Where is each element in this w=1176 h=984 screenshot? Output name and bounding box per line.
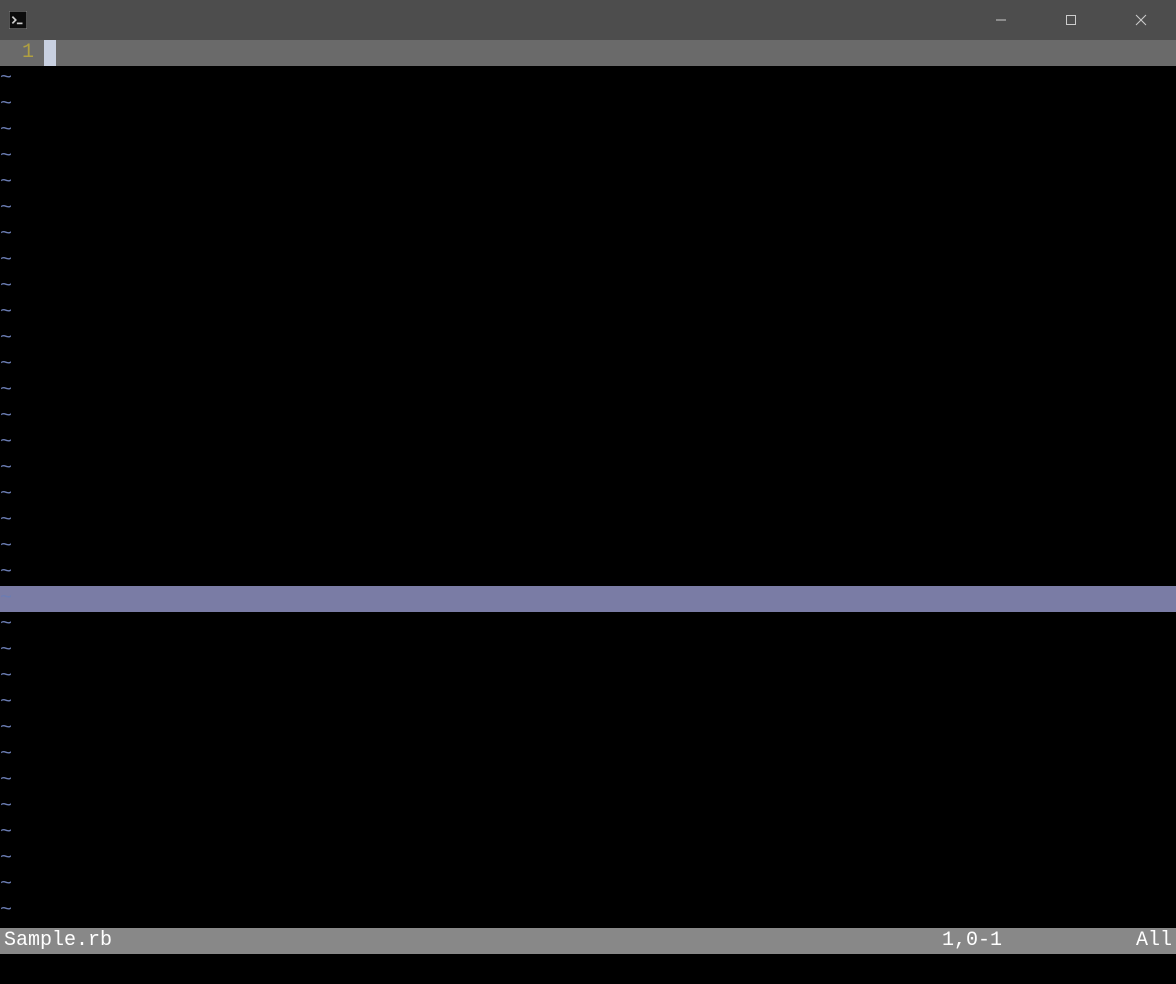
tilde-marker: ~ [0, 873, 12, 896]
terminal-icon [8, 10, 28, 30]
tilde-marker: ~ [0, 197, 12, 220]
tilde-marker: ~ [0, 587, 12, 610]
empty-line-tilde: ~ [0, 716, 1176, 742]
empty-line-tilde: ~ [0, 430, 1176, 456]
tilde-marker: ~ [0, 743, 12, 766]
tilde-marker: ~ [0, 353, 12, 376]
tilde-marker: ~ [0, 93, 12, 116]
vim-status-bar: Sample.rb 1,0-1 All [0, 928, 1176, 954]
editor-area[interactable]: 1 ~ ~ ~ ~ ~ ~ ~ ~ ~ ~ ~ ~ ~ ~ ~ ~ ~ ~ ~ ~ ~ ~ ~ ~ ~ ~ ~ ~ ~ ~ ~ ~ ~ [0, 40, 1176, 928]
tilde-marker: ~ [0, 795, 12, 818]
empty-line-tilde: ~ [0, 326, 1176, 352]
tilde-marker: ~ [0, 613, 12, 636]
empty-lines-area: ~ ~ ~ ~ ~ ~ ~ ~ ~ ~ ~ ~ ~ ~ ~ ~ ~ ~ ~ ~ ~ ~ ~ ~ ~ ~ ~ ~ ~ ~ ~ ~ ~ [0, 66, 1176, 924]
cursor [44, 40, 56, 66]
empty-line-tilde: ~ [0, 378, 1176, 404]
empty-line-tilde: ~ [0, 664, 1176, 690]
empty-line-tilde: ~ [0, 404, 1176, 430]
command-line-area[interactable] [0, 954, 1176, 984]
window-titlebar [0, 0, 1176, 40]
maximize-button[interactable] [1036, 0, 1106, 40]
empty-line-tilde: ~ [0, 820, 1176, 846]
empty-line-tilde: ~ [0, 456, 1176, 482]
tilde-marker: ~ [0, 639, 12, 662]
status-position: 1,0-1 [942, 928, 1122, 954]
empty-line-tilde: ~ [0, 586, 1176, 612]
empty-line-tilde: ~ [0, 794, 1176, 820]
empty-line-tilde: ~ [0, 768, 1176, 794]
tilde-marker: ~ [0, 769, 12, 792]
editor-content[interactable]: 1 ~ ~ ~ ~ ~ ~ ~ ~ ~ ~ ~ ~ ~ ~ ~ ~ ~ ~ ~ ~ ~ ~ ~ ~ ~ ~ ~ ~ ~ ~ ~ ~ ~ [0, 40, 1176, 928]
titlebar-left [0, 10, 28, 30]
tilde-marker: ~ [0, 561, 12, 584]
empty-line-tilde: ~ [0, 196, 1176, 222]
tilde-marker: ~ [0, 379, 12, 402]
empty-line-tilde: ~ [0, 118, 1176, 144]
tilde-marker: ~ [0, 483, 12, 506]
tilde-marker: ~ [0, 665, 12, 688]
tilde-marker: ~ [0, 223, 12, 246]
empty-line-tilde: ~ [0, 274, 1176, 300]
empty-line-tilde: ~ [0, 508, 1176, 534]
status-scroll: All [1122, 928, 1172, 954]
empty-line-tilde: ~ [0, 872, 1176, 898]
empty-line-tilde: ~ [0, 482, 1176, 508]
tilde-marker: ~ [0, 145, 12, 168]
empty-line-tilde: ~ [0, 560, 1176, 586]
tilde-marker: ~ [0, 509, 12, 532]
empty-line-tilde: ~ [0, 638, 1176, 664]
empty-line-tilde: ~ [0, 742, 1176, 768]
empty-line-tilde: ~ [0, 300, 1176, 326]
empty-line-tilde: ~ [0, 66, 1176, 92]
empty-line-tilde: ~ [0, 170, 1176, 196]
empty-line-tilde: ~ [0, 846, 1176, 872]
tilde-marker: ~ [0, 327, 12, 350]
tilde-marker: ~ [0, 535, 12, 558]
empty-line-tilde: ~ [0, 612, 1176, 638]
tilde-marker: ~ [0, 691, 12, 714]
tilde-marker: ~ [0, 171, 12, 194]
line-number: 1 [0, 40, 44, 66]
close-button[interactable] [1106, 0, 1176, 40]
tilde-marker: ~ [0, 301, 12, 324]
status-filename: Sample.rb [4, 928, 942, 954]
editor-line-current[interactable]: 1 [0, 40, 1176, 66]
empty-line-tilde: ~ [0, 144, 1176, 170]
tilde-marker: ~ [0, 275, 12, 298]
minimize-button[interactable] [966, 0, 1036, 40]
empty-line-tilde: ~ [0, 222, 1176, 248]
line-content[interactable] [44, 40, 1176, 66]
empty-line-tilde: ~ [0, 690, 1176, 716]
tilde-marker: ~ [0, 249, 12, 272]
tilde-marker: ~ [0, 405, 12, 428]
empty-line-tilde: ~ [0, 534, 1176, 560]
window-controls [966, 0, 1176, 40]
tilde-marker: ~ [0, 717, 12, 740]
empty-line-tilde: ~ [0, 248, 1176, 274]
tilde-marker: ~ [0, 457, 12, 480]
empty-line-tilde: ~ [0, 898, 1176, 924]
empty-line-tilde: ~ [0, 92, 1176, 118]
tilde-marker: ~ [0, 119, 12, 142]
tilde-marker: ~ [0, 847, 12, 870]
tilde-marker: ~ [0, 821, 12, 844]
empty-line-tilde: ~ [0, 352, 1176, 378]
tilde-marker: ~ [0, 899, 12, 922]
tilde-marker: ~ [0, 67, 12, 90]
tilde-marker: ~ [0, 431, 12, 454]
